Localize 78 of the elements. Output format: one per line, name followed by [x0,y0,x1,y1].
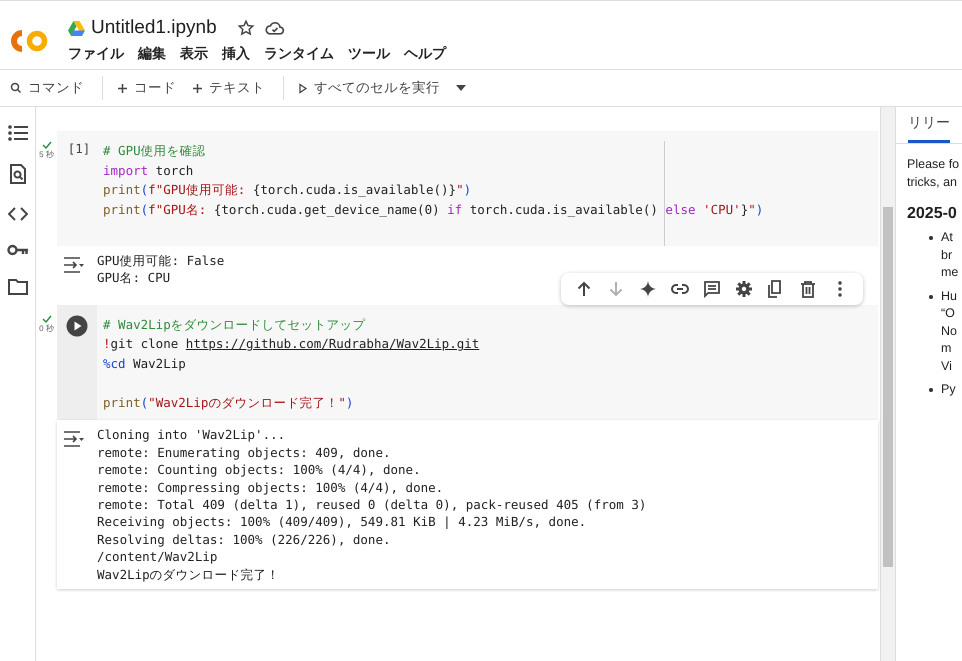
output-line: /content/Wav2Lip [97,548,218,566]
intro-text: tricks, an [907,174,958,190]
output-toggle-icon[interactable] [63,430,85,448]
code-line: print("Wav2Lipのダウンロード完了！") [103,394,354,412]
code-line: # GPU使用を確認 [103,142,207,160]
command-search-button[interactable]: コマンド [4,75,90,101]
logo-icon [10,29,50,53]
plus-icon [117,82,128,94]
code-cell[interactable]: [1] # GPU使用を確認 import torch print(f"GPU使用可能: {torch.cuda.is_available()}") print(f"GPU名: {torch.cuda.get_device_name(0) if torch.cuda.is_available() else 'CPU'}") [57,131,878,246]
panel-tab[interactable]: リリー [908,114,950,143]
table-of-contents-icon[interactable] [8,125,28,141]
output-line: remote: Compressing objects: 100% (4/4), done. [97,478,444,496]
bullet-text: Py [941,381,956,398]
play-icon [298,82,308,94]
code-icon[interactable] [8,207,28,221]
drive-icon [68,20,85,36]
notebook-title[interactable]: Untitled1.ipynb [91,17,217,39]
output-line: Resolving deltas: 100% (226/226), done. [97,530,392,548]
execution-time: 5 秒 [39,149,54,160]
output-line: GPU名: CPU [97,269,172,287]
search-icon [10,82,22,94]
output-line: remote: Counting objects: 100% (4/4), done. [97,461,422,479]
code-line: print(f"GPU名: {torch.cuda.get_device_name(0) if torch.cuda.is_available() else 'CPU'}") [103,200,764,219]
bullet-text: me [941,264,958,281]
code-line: import torch [103,162,194,180]
scrollbar-thumb[interactable] [883,207,893,567]
output-line: remote: Enumerating objects: 409, done. [97,444,392,462]
output-line: Wav2Lipのダウンロード完了！ [97,566,281,583]
output-line: remote: Total 409 (delta 1), reused 0 (delta 0), pack-reused 405 (from 3) [97,496,646,514]
execution-time: 0 秒 [39,322,54,334]
comment-icon[interactable] [703,280,721,298]
bullet-icon [929,294,933,298]
code-line: print(f"GPU使用可能: {torch.cuda.is_available()}") [103,181,472,199]
code-line: %cd Wav2Lip [103,354,187,373]
caret-icon[interactable] [456,85,466,91]
output-line: Cloning into 'Wav2Lip'... [97,426,286,444]
output-line: GPU使用可能: False [97,252,224,270]
trash-icon[interactable] [799,280,817,298]
bullet-text: br [941,246,954,264]
bullet-text: Hu [941,288,957,304]
search-icon[interactable] [10,164,26,184]
run-cell-icon[interactable] [66,314,88,337]
intro-text: Please fo [907,156,960,173]
arrow-up-icon[interactable] [575,280,593,298]
plus-icon [192,82,203,94]
settings-icon[interactable] [735,280,753,298]
execution-count: [1] [68,141,90,158]
release-heading: 2025-0 [907,205,958,223]
menu-item[interactable]: 編集 [138,45,166,63]
bullet-text: No [941,322,957,340]
output-line: Receiving objects: 100% (409/409), 549.81 KiB | 4.23 MiB/s, done. [97,513,588,531]
bullet-text: m [941,340,952,357]
cloud-check-icon[interactable] [264,19,285,37]
bullet-text: Vi [941,358,953,374]
add-text-button[interactable]: テキスト [186,75,271,101]
code-link[interactable]: https://github.com/Rudrabha/Wav2Lip.git [186,336,480,352]
bullet-icon [929,236,933,240]
menu-item[interactable]: 挿入 [222,45,250,63]
menu-item[interactable]: ヘルプ [404,45,446,63]
menu-item[interactable]: ツール [348,45,390,63]
menu-item[interactable]: ランタイム [264,45,334,63]
menu-item[interactable]: ファイル [68,45,124,63]
key-icon[interactable] [6,244,28,256]
output-toggle-icon[interactable] [63,256,85,274]
code-line: # Wav2Lipをダウンロードしてセットアップ [103,316,367,334]
bullet-text: At [941,229,954,246]
folder-icon[interactable] [8,279,28,295]
run-all-button[interactable]: すべてのセルを実行 [292,75,446,101]
bullet-text: “O [941,305,956,322]
check-icon [42,141,52,149]
bullet-icon [929,388,933,392]
check-icon [42,314,52,323]
code-line: !git clone https://github.com/Rudrabha/Wav2Lip.git [103,335,480,354]
add-code-button[interactable]: コード [111,75,182,101]
code-cell[interactable]: # Wav2Lipをダウンロードしてセットアップ !git clone https://github.com/Rudrabha/Wav2Lip.git %cd Wav2Lip print("Wav2Lipのダウンロード完了！") [57,304,878,420]
sparkle-icon[interactable] [639,280,657,298]
star-icon[interactable] [236,19,255,37]
menu-item[interactable]: 表示 [180,45,208,63]
